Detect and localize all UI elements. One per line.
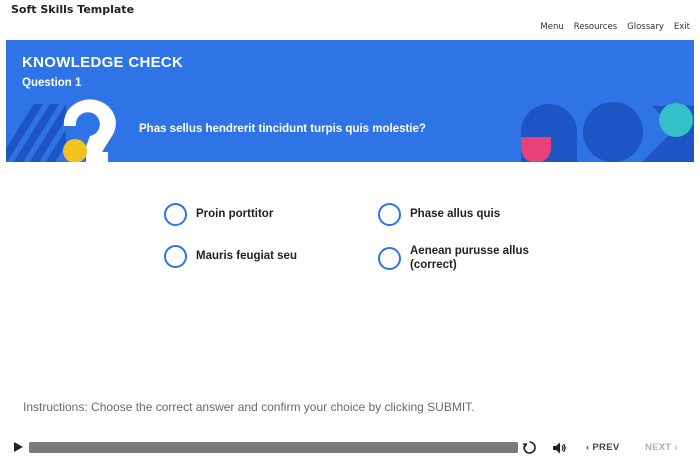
answer-option-1[interactable]: Proin porttitor xyxy=(164,203,273,226)
progress-bar[interactable] xyxy=(29,442,518,453)
replay-icon[interactable] xyxy=(521,439,538,456)
answer-option-2[interactable]: Phase allus quis xyxy=(378,203,500,226)
menu-link[interactable]: Menu xyxy=(540,22,563,32)
glossary-link[interactable]: Glossary xyxy=(627,22,664,32)
answer-option-4[interactable]: Aenean purusse allus (correct) xyxy=(378,245,540,273)
radio-button[interactable] xyxy=(378,247,401,271)
question-text: Phas sellus hendrerit tincidunt turpis q… xyxy=(139,123,426,135)
app-title: Soft Skills Template xyxy=(11,3,135,16)
option-label: Proin porttitor xyxy=(196,207,274,220)
option-label: Mauris feugiat seu xyxy=(196,249,297,262)
volume-icon[interactable] xyxy=(551,440,567,456)
option-label: Phase allus quis xyxy=(410,207,501,220)
exit-link[interactable]: Exit xyxy=(674,22,690,32)
answer-option-3[interactable]: Mauris feugiat seu xyxy=(164,245,297,268)
next-button[interactable]: NEXT › xyxy=(645,442,678,453)
instructions-text: Instructions: Choose the correct answer … xyxy=(23,400,475,414)
prev-button[interactable]: ‹ PREV xyxy=(586,442,619,453)
top-nav: Menu Resources Glossary Exit xyxy=(540,22,690,32)
geometric-shapes-graphic xyxy=(521,102,694,162)
question-number: Question 1 xyxy=(22,77,82,89)
radio-button[interactable] xyxy=(164,203,187,226)
play-icon[interactable] xyxy=(14,442,23,452)
option-label: Aenean purusse allus (correct) xyxy=(410,245,529,271)
radio-button[interactable] xyxy=(378,203,401,226)
resources-link[interactable]: Resources xyxy=(574,22,617,32)
banner-heading: KNOWLEDGE CHECK xyxy=(22,54,184,71)
knowledge-check-banner: KNOWLEDGE CHECK Question 1 Phas sellus h… xyxy=(6,40,694,162)
radio-button[interactable] xyxy=(164,245,187,268)
yellow-circle-graphic xyxy=(63,139,87,162)
player-controls: ‹ PREV NEXT › xyxy=(0,436,700,460)
